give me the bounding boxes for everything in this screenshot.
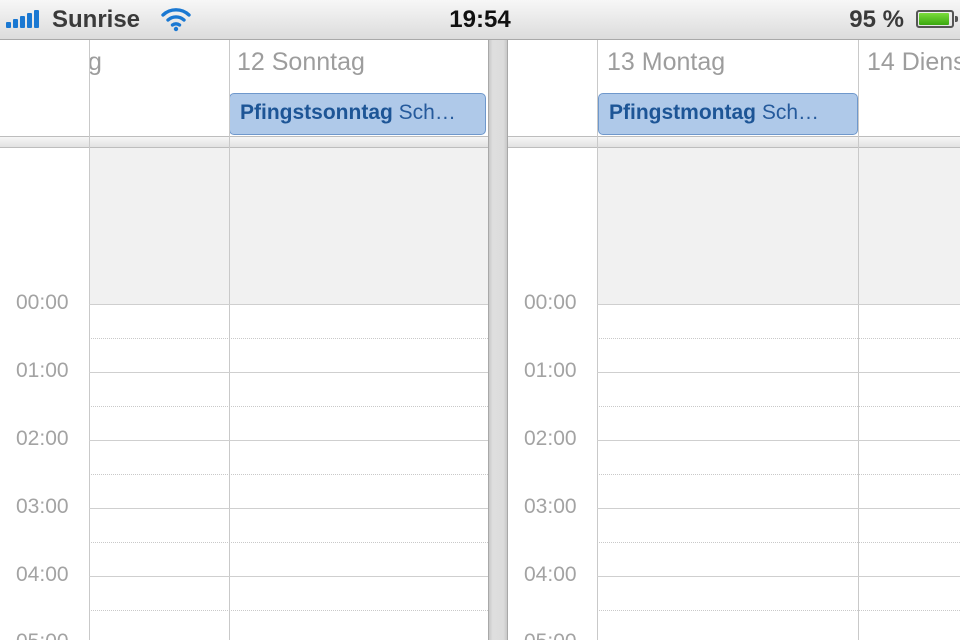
event-detail: Sch… <box>398 101 456 124</box>
time-label: 01:00 <box>524 359 577 382</box>
half-hour-line <box>89 474 488 475</box>
half-hour-line <box>597 338 960 339</box>
clock-time: 19:54 <box>449 6 511 33</box>
time-label: 02:00 <box>16 427 69 450</box>
time-label: 02:00 <box>524 427 577 450</box>
hour-line <box>89 372 488 373</box>
hour-line <box>597 304 960 305</box>
calendar-pane-right[interactable]: 13 Montag 14 Diens Pfingstmontag Sch… 00… <box>508 40 960 640</box>
time-label: 03:00 <box>524 495 577 518</box>
half-hour-line <box>597 474 960 475</box>
calendar-pane-left[interactable]: g 12 Sonntag Pfingstsonntag Sch… 00:00 0… <box>0 40 488 640</box>
hour-line <box>597 576 960 577</box>
day-header: 13 Montag 14 Diens Pfingstmontag Sch… <box>508 40 960 136</box>
hour-line <box>89 440 488 441</box>
half-hour-line <box>89 338 488 339</box>
battery-percentage: 95 % <box>849 6 904 33</box>
event-title: Pfingstsonntag <box>240 101 393 124</box>
time-label: 03:00 <box>16 495 69 518</box>
half-hour-line <box>597 542 960 543</box>
header-separator <box>508 136 960 148</box>
all-day-area <box>597 148 960 304</box>
time-label: 04:00 <box>524 563 577 586</box>
all-day-event-pfingstmontag[interactable]: Pfingstmontag Sch… <box>598 93 858 135</box>
time-label: 04:00 <box>16 563 69 586</box>
time-label: 00:00 <box>16 291 69 314</box>
day-label-sunday: 12 Sonntag <box>237 48 365 76</box>
time-label: 05:00 <box>16 630 69 640</box>
pane-divider <box>488 40 508 640</box>
hour-line <box>597 440 960 441</box>
time-label: 05:00 <box>524 630 577 640</box>
hour-line <box>597 508 960 509</box>
battery-icon <box>916 10 958 28</box>
half-hour-line <box>89 610 488 611</box>
carrier-name: Sunrise <box>52 6 141 33</box>
column-divider <box>89 40 90 640</box>
half-hour-line <box>89 406 488 407</box>
hour-line <box>89 576 488 577</box>
half-hour-line <box>597 406 960 407</box>
status-bar: Sunrise 19:54 95 % <box>0 0 960 40</box>
day-label-monday: 13 Montag <box>607 48 726 76</box>
hour-line <box>89 508 488 509</box>
time-label: 01:00 <box>16 359 69 382</box>
all-day-event-pfingstsonntag[interactable]: Pfingstsonntag Sch… <box>229 93 486 135</box>
event-title: Pfingstmontag <box>609 101 756 124</box>
event-detail: Sch… <box>761 101 820 124</box>
day-label-tuesday-partial: 14 Diens <box>867 48 960 76</box>
half-hour-line <box>89 542 488 543</box>
header-separator <box>0 136 488 148</box>
hour-line <box>597 372 960 373</box>
half-hour-line <box>597 610 960 611</box>
all-day-area <box>89 148 488 304</box>
time-label: 00:00 <box>524 291 577 314</box>
wifi-icon <box>161 8 191 32</box>
day-label-partial: g <box>88 48 102 76</box>
day-header: g 12 Sonntag Pfingstsonntag Sch… <box>0 40 488 136</box>
hour-line <box>89 304 488 305</box>
column-divider <box>858 40 859 640</box>
column-divider <box>229 40 230 640</box>
column-divider <box>597 40 598 640</box>
